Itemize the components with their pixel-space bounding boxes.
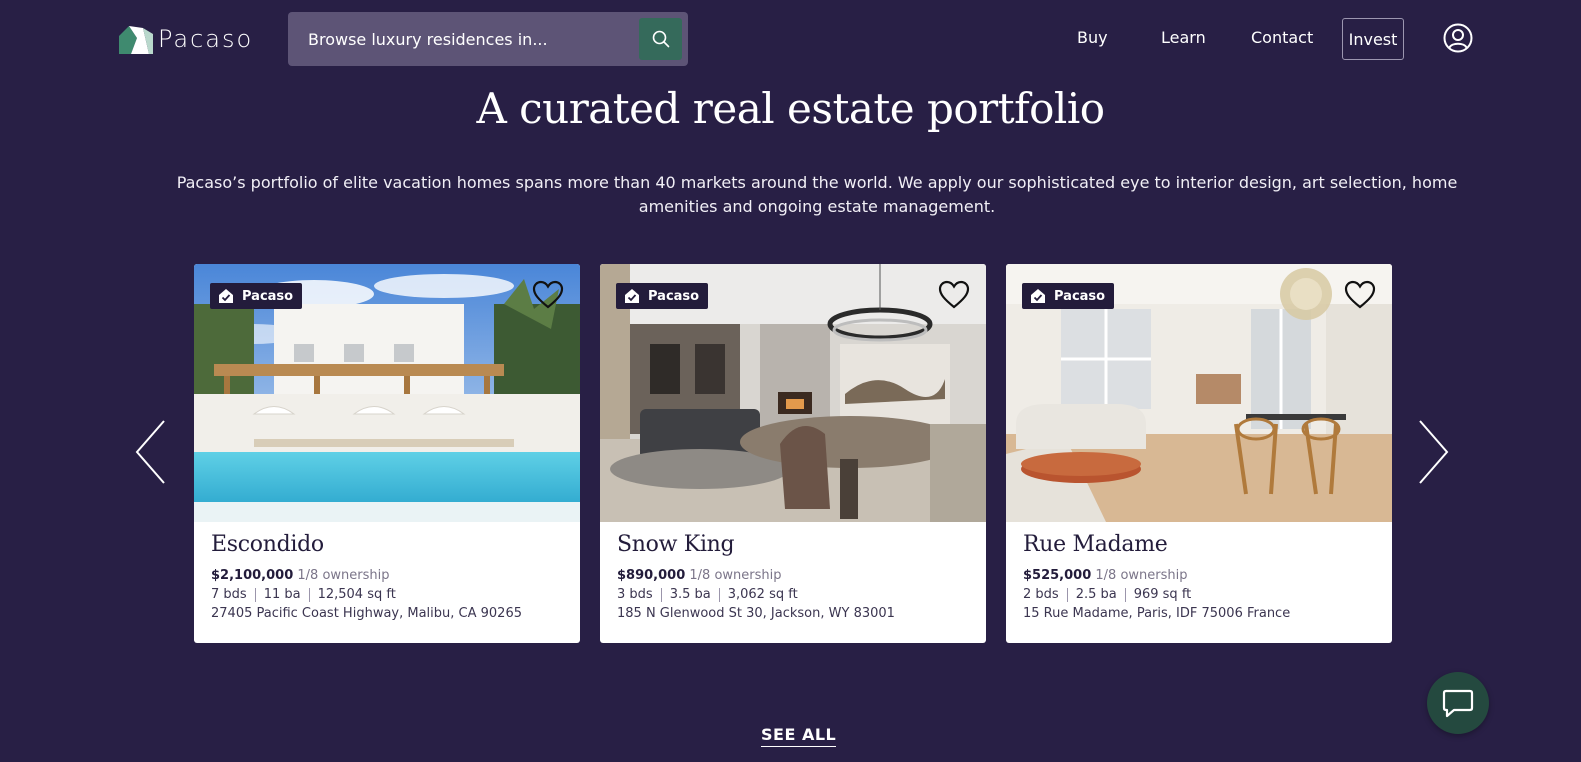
listing-baths: 2.5 ba (1075, 587, 1117, 602)
chat-bubble-icon (1442, 689, 1474, 718)
pacaso-badge: Pacaso (1022, 283, 1115, 309)
listing-ownership: 1/8 ownership (1095, 568, 1188, 583)
heart-icon[interactable] (938, 280, 970, 310)
badge-label: Pacaso (242, 288, 294, 304)
site-header: Pacaso Buy Learn Contact Invest (0, 0, 1581, 78)
listing-baths: 11 ba (263, 587, 301, 602)
listing-name[interactable]: Snow King (617, 532, 974, 557)
heart-icon[interactable] (1344, 280, 1376, 310)
nav-contact[interactable]: Contact (1251, 28, 1313, 47)
listing-address: 27405 Pacific Coast Highway, Malibu, CA … (211, 606, 522, 621)
brand-name: Pacaso (158, 25, 254, 53)
page-title: A curated real estate portfolio (476, 84, 1105, 133)
chevron-right-icon[interactable] (1416, 419, 1450, 485)
listing-price: $2,100,000 (211, 568, 294, 583)
page-description: Pacaso’s portfolio of elite vacation hom… (176, 173, 1458, 216)
user-circle-icon[interactable] (1443, 23, 1473, 53)
listing-sqft: 12,504 sq ft (317, 587, 396, 602)
pacaso-badge: Pacaso (616, 283, 709, 309)
search-input[interactable] (288, 12, 638, 66)
nav-buy[interactable]: Buy (1077, 28, 1108, 47)
listing-beds: 2 bds (1023, 587, 1059, 602)
listing-ownership: 1/8 ownership (689, 568, 782, 583)
invest-button[interactable]: Invest (1342, 18, 1404, 60)
listing-price: $890,000 (617, 568, 686, 583)
pacaso-badge: Pacaso (210, 283, 303, 309)
divider (1124, 587, 1126, 602)
search-bar (288, 12, 688, 66)
divider (718, 587, 720, 602)
chevron-left-icon[interactable] (134, 419, 168, 485)
listing-details: Escondido $2,100,000 1/8 ownership 7 bds… (211, 532, 568, 621)
chat-button[interactable] (1427, 672, 1489, 734)
listing-price-row: $2,100,000 1/8 ownership (211, 568, 568, 583)
listing-name[interactable]: Rue Madame (1023, 532, 1380, 557)
listing-details: Rue Madame $525,000 1/8 ownership 2 bds … (1023, 532, 1380, 621)
listing-sqft: 969 sq ft (1133, 587, 1192, 602)
listing-specs: 2 bds 2.5 ba 969 sq ft (1023, 587, 1380, 602)
home-check-icon (219, 289, 233, 303)
nav-learn[interactable]: Learn (1161, 28, 1206, 47)
search-button[interactable] (639, 18, 682, 60)
badge-label: Pacaso (1054, 288, 1106, 304)
divider (1066, 587, 1068, 602)
listing-baths: 3.5 ba (669, 587, 711, 602)
search-icon (652, 30, 669, 48)
listing-specs: 7 bds 11 ba 12,504 sq ft (211, 587, 568, 602)
listing-card[interactable]: Pacaso Snow King $890,000 1/8 ownership … (600, 264, 986, 643)
brand-logo[interactable]: Pacaso (119, 24, 253, 54)
pacaso-logo-icon (119, 26, 153, 54)
listing-card[interactable]: Pacaso Escondido $2,100,000 1/8 ownershi… (194, 264, 580, 643)
listing-name[interactable]: Escondido (211, 532, 568, 557)
divider (660, 587, 662, 602)
listing-sqft: 3,062 sq ft (727, 587, 798, 602)
divider (254, 587, 256, 602)
listing-photo[interactable]: Pacaso (1006, 264, 1392, 522)
home-check-icon (625, 289, 639, 303)
listing-card[interactable]: Pacaso Rue Madame $525,000 1/8 ownership… (1006, 264, 1392, 643)
divider (308, 587, 310, 602)
listing-ownership: 1/8 ownership (297, 568, 390, 583)
listing-price-row: $890,000 1/8 ownership (617, 568, 974, 583)
see-all-link[interactable]: SEE ALL (761, 725, 837, 747)
home-check-icon (1031, 289, 1045, 303)
listing-beds: 7 bds (211, 587, 247, 602)
listing-price-row: $525,000 1/8 ownership (1023, 568, 1380, 583)
heart-icon[interactable] (532, 280, 564, 310)
listing-beds: 3 bds (617, 587, 653, 602)
listing-details: Snow King $890,000 1/8 ownership 3 bds 3… (617, 532, 974, 621)
listing-address: 185 N Glenwood St 30, Jackson, WY 83001 (617, 606, 895, 621)
badge-label: Pacaso (648, 288, 700, 304)
listing-price: $525,000 (1023, 568, 1092, 583)
listing-photo[interactable]: Pacaso (600, 264, 986, 522)
listing-photo[interactable]: Pacaso (194, 264, 580, 522)
listing-specs: 3 bds 3.5 ba 3,062 sq ft (617, 587, 974, 602)
listing-address: 15 Rue Madame, Paris, IDF 75006 France (1023, 606, 1291, 621)
